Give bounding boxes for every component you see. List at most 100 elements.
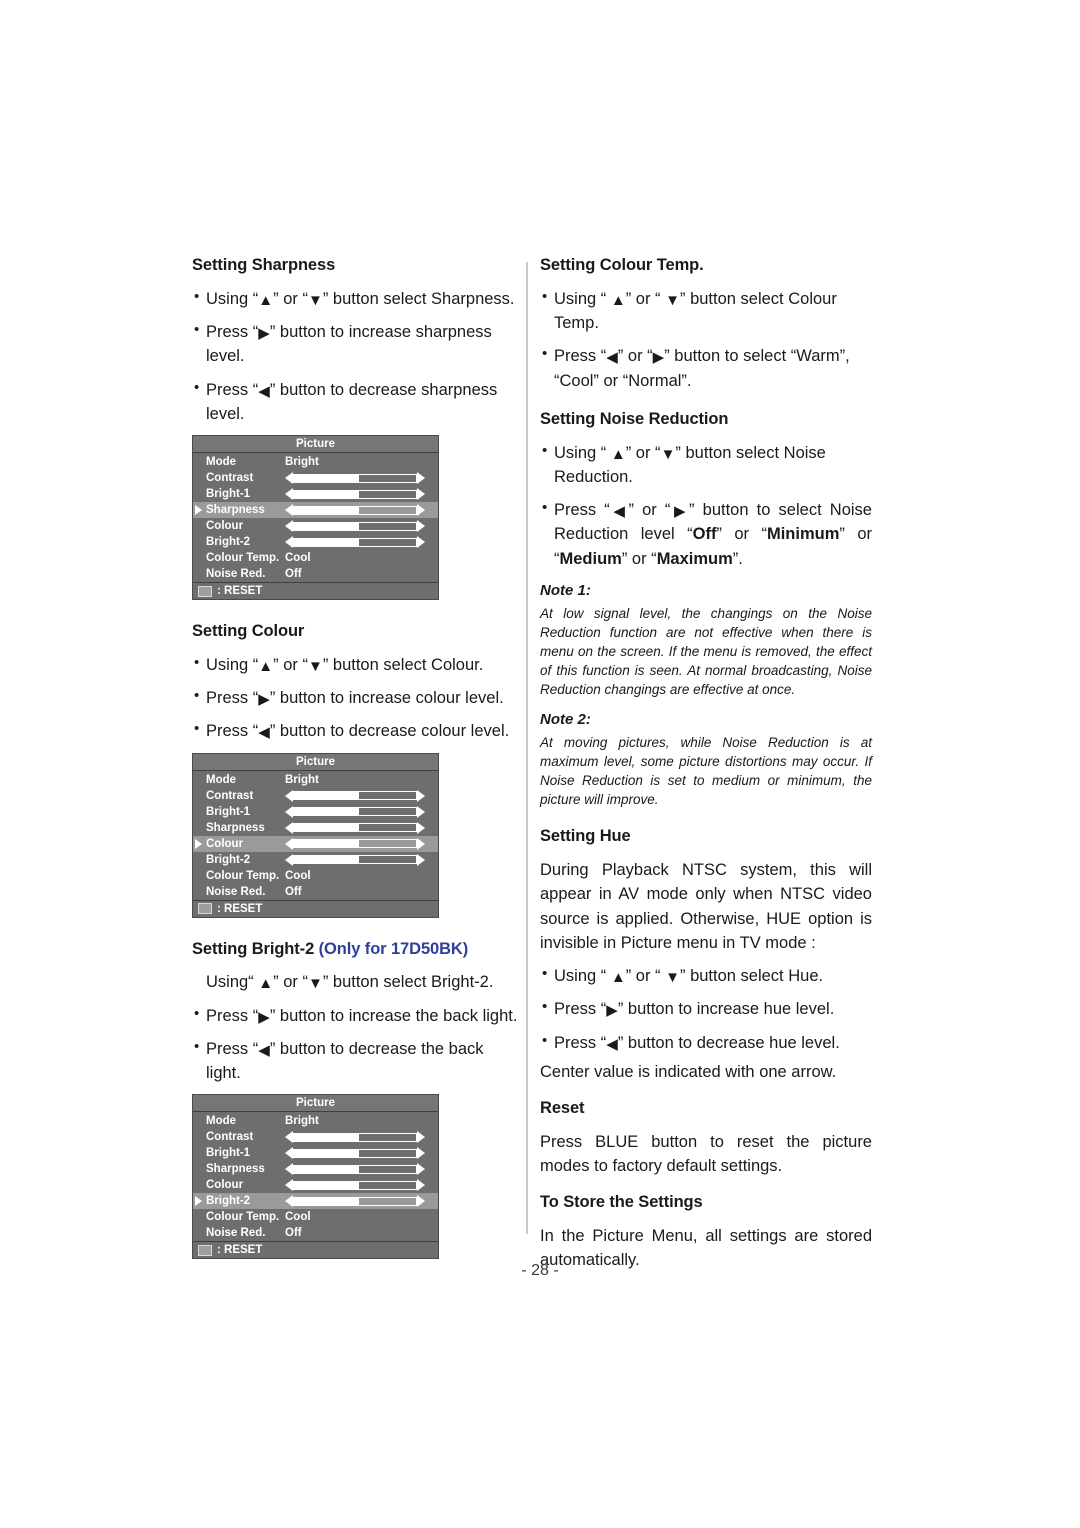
decrease-arrow-icon[interactable] — [285, 1195, 293, 1208]
decrease-arrow-icon[interactable] — [285, 1163, 293, 1176]
osd-slider[interactable] — [285, 520, 425, 533]
decrease-arrow-icon[interactable] — [285, 504, 293, 517]
osd-row-sharpness[interactable]: Sharpness — [193, 820, 438, 836]
increase-arrow-icon[interactable] — [417, 805, 425, 818]
selection-pointer-icon — [195, 505, 202, 516]
osd-row-colour[interactable]: Colour — [193, 835, 438, 852]
slider-track[interactable] — [293, 521, 417, 531]
slider-fill — [294, 808, 359, 816]
osd-slider[interactable] — [285, 821, 425, 834]
osd-row-colour[interactable]: Colour — [193, 1177, 438, 1193]
osd-row-bright-1[interactable]: Bright-1 — [193, 804, 438, 820]
slider-track[interactable] — [293, 855, 417, 865]
slider-track[interactable] — [293, 1132, 417, 1142]
slider-fill — [294, 792, 359, 800]
decrease-arrow-icon[interactable] — [285, 789, 293, 802]
increase-arrow-icon[interactable] — [417, 1195, 425, 1208]
increase-arrow-icon[interactable] — [417, 837, 425, 850]
slider-track[interactable] — [293, 505, 417, 515]
osd-row-colour[interactable]: Colour — [193, 518, 438, 534]
decrease-arrow-icon[interactable] — [285, 805, 293, 818]
noise-level-option: Minimum — [766, 525, 840, 544]
increase-arrow-icon[interactable] — [417, 1131, 425, 1144]
decrease-arrow-icon[interactable] — [285, 837, 293, 850]
increase-arrow-icon[interactable] — [417, 536, 425, 549]
decrease-arrow-icon[interactable] — [285, 488, 293, 501]
osd-slider[interactable] — [285, 837, 425, 850]
increase-arrow-icon[interactable] — [417, 472, 425, 485]
osd-row-contrast[interactable]: Contrast — [193, 470, 438, 486]
left-arrow-icon: ◀ — [258, 382, 270, 400]
decrease-arrow-icon[interactable] — [285, 1131, 293, 1144]
slider-track[interactable] — [293, 823, 417, 833]
slider-track[interactable] — [293, 537, 417, 547]
osd-row-bright-2[interactable]: Bright-2 — [193, 1193, 438, 1210]
osd-row-mode[interactable]: Mode Bright — [193, 772, 438, 788]
decrease-arrow-icon[interactable] — [285, 536, 293, 549]
osd-row-mode[interactable]: Mode Bright — [193, 454, 438, 470]
osd-rows: Mode Bright Contrast Bright-1 Sharpness Colou… — [193, 453, 438, 582]
osd-row-sharpness[interactable]: Sharpness — [193, 1161, 438, 1177]
list-item: • Using “ ▲” or “ ▼” button select Colour… — [542, 287, 837, 333]
osd-slider[interactable] — [285, 805, 425, 818]
osd-slider[interactable] — [285, 1131, 425, 1144]
decrease-arrow-icon[interactable] — [285, 472, 293, 485]
osd-row-bright-1[interactable]: Bright-1 — [193, 486, 438, 502]
osd-row-noise-red[interactable]: Noise Red. Off — [193, 884, 438, 900]
right-column: Setting Colour Temp. • Using “ ▲” or “ ▼”… — [540, 256, 872, 1282]
osd-row-bright-2[interactable]: Bright-2 — [193, 852, 438, 868]
slider-track[interactable] — [293, 791, 417, 801]
slider-track[interactable] — [293, 839, 417, 849]
osd-slider[interactable] — [285, 472, 425, 485]
osd-row-colour-temp[interactable]: Colour Temp. Cool — [193, 550, 438, 566]
osd-row-sharpness[interactable]: Sharpness — [193, 502, 438, 519]
increase-arrow-icon[interactable] — [417, 1163, 425, 1176]
osd-row-bright-1[interactable]: Bright-1 — [193, 1145, 438, 1161]
osd-row-contrast[interactable]: Contrast — [193, 788, 438, 804]
osd-row-bright-2[interactable]: Bright-2 — [193, 534, 438, 550]
increase-arrow-icon[interactable] — [417, 789, 425, 802]
osd-slider[interactable] — [285, 1163, 425, 1176]
osd-slider[interactable] — [285, 1147, 425, 1160]
increase-arrow-icon[interactable] — [417, 1179, 425, 1192]
slider-track[interactable] — [293, 807, 417, 817]
increase-arrow-icon[interactable] — [417, 853, 425, 866]
slider-track[interactable] — [293, 1164, 417, 1174]
osd-row-label: Mode — [206, 773, 237, 786]
osd-slider[interactable] — [285, 536, 425, 549]
osd-slider[interactable] — [285, 1179, 425, 1192]
increase-arrow-icon[interactable] — [417, 1147, 425, 1160]
slider-track[interactable] — [293, 1148, 417, 1158]
decrease-arrow-icon[interactable] — [285, 821, 293, 834]
osd-slider[interactable] — [285, 1195, 425, 1208]
left-arrow-icon: ◀ — [606, 349, 618, 367]
increase-arrow-icon[interactable] — [417, 520, 425, 533]
osd-row-noise-red[interactable]: Noise Red. Off — [193, 1225, 438, 1241]
reset-colour-swatch — [198, 585, 212, 597]
slider-track[interactable] — [293, 1180, 417, 1190]
osd-row-value: Bright — [285, 773, 319, 786]
osd-row-contrast[interactable]: Contrast — [193, 1129, 438, 1145]
slider-track[interactable] — [293, 473, 417, 483]
osd-footer: : RESET — [193, 1241, 438, 1259]
decrease-arrow-icon[interactable] — [285, 520, 293, 533]
down-arrow-icon: ▼ — [660, 445, 676, 463]
decrease-arrow-icon[interactable] — [285, 1147, 293, 1160]
increase-arrow-icon[interactable] — [417, 488, 425, 501]
decrease-arrow-icon[interactable] — [285, 1179, 293, 1192]
increase-arrow-icon[interactable] — [417, 821, 425, 834]
osd-slider[interactable] — [285, 853, 425, 866]
osd-row-mode[interactable]: Mode Bright — [193, 1113, 438, 1129]
colour-temp-instruction-list: • Using “ ▲” or “ ▼” button select Colour… — [540, 287, 872, 393]
slider-track[interactable] — [293, 1196, 417, 1206]
osd-slider[interactable] — [285, 488, 425, 501]
decrease-arrow-icon[interactable] — [285, 853, 293, 866]
osd-row-colour-temp[interactable]: Colour Temp. Cool — [193, 1209, 438, 1225]
osd-slider[interactable] — [285, 789, 425, 802]
list-item: • Press “◀” button to decrease sharpness … — [194, 378, 498, 423]
increase-arrow-icon[interactable] — [417, 504, 425, 517]
slider-track[interactable] — [293, 489, 417, 499]
osd-slider[interactable] — [285, 504, 425, 517]
osd-row-noise-red[interactable]: Noise Red. Off — [193, 566, 438, 582]
osd-row-colour-temp[interactable]: Colour Temp. Cool — [193, 868, 438, 884]
